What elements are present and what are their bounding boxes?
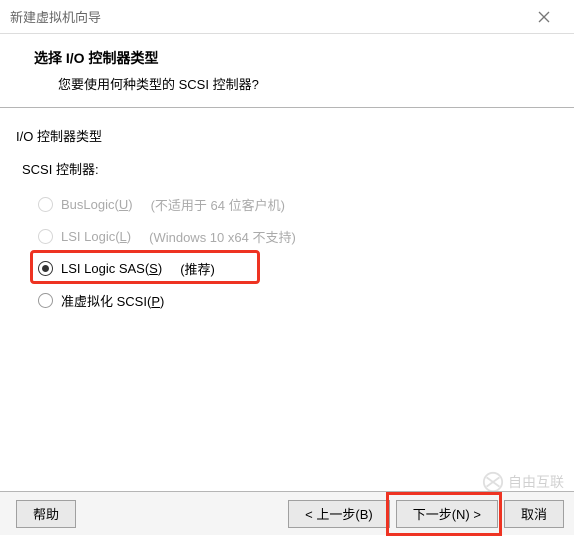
footer: 帮助 < 上一步(B) 下一步(N) > 取消 [0, 491, 574, 535]
option-label: 准虚拟化 SCSI(P) [61, 291, 164, 310]
wizard-header: 选择 I/O 控制器类型 您要使用何种类型的 SCSI 控制器? [0, 34, 574, 108]
radio-lsilogic [38, 229, 53, 244]
option-note: (推荐) [180, 259, 215, 278]
option-pvscsi[interactable]: 准虚拟化 SCSI(P) [38, 284, 574, 316]
option-note: (不适用于 64 位客户机) [151, 195, 285, 214]
window-title: 新建虚拟机向导 [10, 7, 524, 26]
help-button[interactable]: 帮助 [16, 500, 76, 528]
next-button[interactable]: 下一步(N) > [396, 500, 498, 528]
header-subtitle: 您要使用何种类型的 SCSI 控制器? [58, 74, 540, 93]
cancel-button[interactable]: 取消 [504, 500, 564, 528]
option-label: BusLogic(U) [61, 197, 133, 212]
option-lsilogic: LSI Logic(L) (Windows 10 x64 不支持) [38, 220, 574, 252]
back-button[interactable]: < 上一步(B) [288, 500, 390, 528]
scsi-label: SCSI 控制器: [22, 159, 574, 178]
globe-icon [482, 471, 504, 493]
scsi-options: BusLogic(U) (不适用于 64 位客户机) LSI Logic(L) … [38, 188, 574, 316]
radio-pvscsi[interactable] [38, 293, 53, 308]
option-label: LSI Logic SAS(S) [61, 261, 162, 276]
close-icon [538, 11, 550, 23]
group-label: I/O 控制器类型 [16, 126, 574, 145]
option-buslogic: BusLogic(U) (不适用于 64 位客户机) [38, 188, 574, 220]
close-button[interactable] [524, 3, 564, 31]
radio-buslogic [38, 197, 53, 212]
watermark: 自由互联 [482, 471, 564, 493]
option-label: LSI Logic(L) [61, 229, 131, 244]
header-title: 选择 I/O 控制器类型 [34, 48, 540, 68]
radio-lsisas[interactable] [38, 261, 53, 276]
titlebar: 新建虚拟机向导 [0, 0, 574, 34]
option-lsisas[interactable]: LSI Logic SAS(S) (推荐) [38, 252, 574, 284]
option-note: (Windows 10 x64 不支持) [149, 227, 296, 246]
